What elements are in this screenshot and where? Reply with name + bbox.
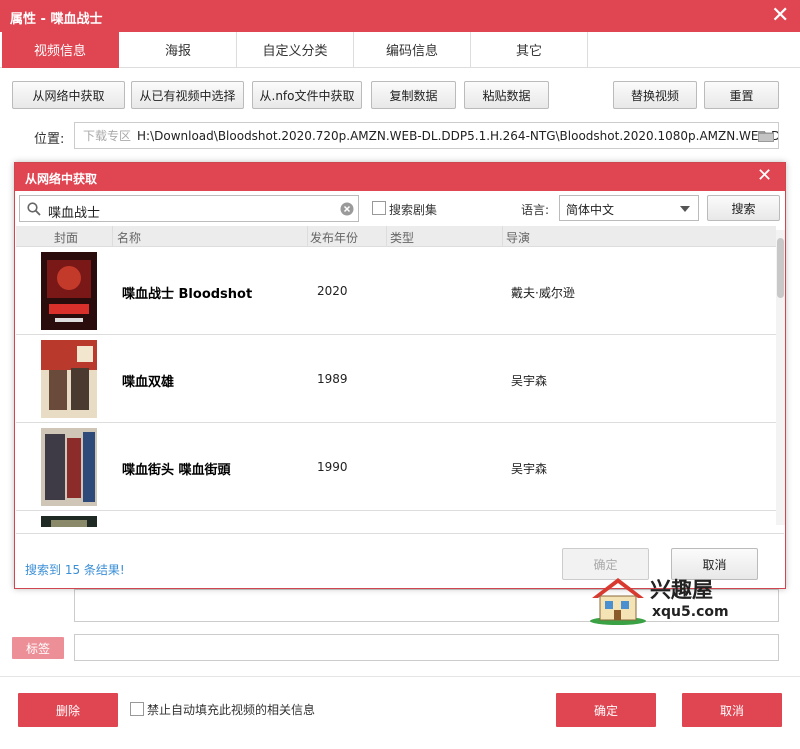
language-select[interactable]: 简体中文 (559, 195, 699, 221)
result-director: 吴宇森 (511, 462, 548, 476)
replace-video-button[interactable]: 替换视频 (613, 81, 697, 109)
chevron-down-icon (680, 206, 690, 212)
scrollbar-thumb[interactable] (777, 238, 784, 298)
tab-video-info[interactable]: 视频信息 (2, 32, 119, 68)
column-header-type[interactable]: 类型 (390, 229, 414, 246)
tab-encoding-info[interactable]: 编码信息 (354, 32, 471, 68)
divider (0, 676, 800, 677)
search-series-label: 搜索剧集 (389, 203, 438, 217)
house-icon (590, 578, 646, 625)
disable-autofill-checkbox[interactable] (130, 702, 144, 716)
table-row[interactable]: 喋血街头 喋血街頭 1990 吴宇森 (16, 423, 776, 511)
result-name: 喋血街头 喋血街頭 (122, 463, 231, 478)
title-bar: 属性 - 喋血战士 ✕ (0, 0, 800, 32)
result-director: 吴宇森 (511, 374, 548, 388)
tab-label: 视频信息 (33, 44, 86, 59)
watermark-text: 兴趣屋 (650, 577, 713, 602)
ok-button[interactable]: 确定 (556, 693, 656, 727)
reset-button[interactable]: 重置 (704, 81, 779, 109)
search-icon (27, 202, 41, 216)
dialog-title: 从网络中获取 (25, 172, 98, 186)
table-row[interactable]: 喋血战士 Bloodshot 2020 戴夫·威尔逊 (16, 247, 776, 335)
poster-image (41, 340, 97, 418)
from-nfo-button[interactable]: 从.nfo文件中获取 (252, 81, 362, 109)
cancel-button[interactable]: 取消 (682, 693, 782, 727)
watermark-url: xqu5.com (652, 604, 729, 620)
tab-label: 编码信息 (385, 44, 438, 59)
disable-autofill-label: 禁止自动填充此视频的相关信息 (147, 703, 316, 717)
results-table-header: 封面 名称 发布年份 类型 导演 (16, 226, 776, 247)
tag-field[interactable] (74, 634, 779, 661)
tab-label: 其它 (515, 44, 542, 59)
copy-data-button[interactable]: 复制数据 (371, 81, 456, 109)
dialog-title-bar: 从网络中获取 ✕ (15, 163, 785, 191)
result-year: 1990 (317, 460, 348, 474)
folder-icon[interactable] (758, 129, 774, 142)
table-row[interactable]: 喋血双雄 1989 吴宇森 (16, 335, 776, 423)
tab-custom-category[interactable]: 自定义分类 (237, 32, 354, 68)
column-header-name[interactable]: 名称 (117, 229, 141, 246)
poster-image (41, 516, 97, 527)
location-field[interactable]: 下载专区 H:\Download\Bloodshot.2020.720p.AMZ… (74, 122, 779, 149)
poster-image (41, 252, 97, 330)
tab-bar: 视频信息 海报 自定义分类 编码信息 其它 (0, 32, 800, 68)
column-header-director[interactable]: 导演 (506, 229, 530, 246)
dialog-search-button[interactable]: 搜索 (707, 195, 780, 221)
column-header-cover[interactable]: 封面 (54, 229, 78, 246)
window-title: 属性 - 喋血战士 (10, 12, 103, 27)
result-count-text: 搜索到 15 条结果! (25, 563, 125, 577)
results-scrollbar[interactable] (776, 230, 785, 525)
location-label: 位置: (34, 132, 65, 147)
search-input[interactable]: 喋血战士 (19, 195, 359, 222)
tab-label: 海报 (164, 44, 191, 59)
fetch-online-dialog: 从网络中获取 ✕ 喋血战士 搜索剧集 语言: 简体中文 搜索 封面 名称 发布年… (14, 162, 786, 589)
close-icon[interactable]: ✕ (771, 5, 789, 27)
search-value: 喋血战士 (48, 206, 101, 221)
tab-other[interactable]: 其它 (471, 32, 588, 68)
result-year: 2020 (317, 284, 348, 298)
delete-button[interactable]: 删除 (18, 693, 118, 727)
column-separator (307, 226, 308, 247)
location-path: H:\Download\Bloodshot.2020.720p.AMZN.WEB… (137, 128, 779, 143)
tab-label: 自定义分类 (262, 44, 328, 59)
column-separator (112, 226, 113, 247)
table-row[interactable] (16, 511, 776, 527)
paste-data-button[interactable]: 粘贴数据 (464, 81, 549, 109)
fetch-online-button[interactable]: 从网络中获取 (12, 81, 125, 109)
clear-icon[interactable] (340, 202, 354, 216)
result-name: 喋血双雄 (122, 375, 175, 390)
language-value: 简体中文 (566, 203, 615, 217)
dialog-close-icon[interactable]: ✕ (757, 167, 772, 185)
language-label: 语言: (521, 203, 550, 217)
tag-label-button: 标签 (12, 637, 64, 659)
column-separator (386, 226, 387, 247)
poster-image (41, 428, 97, 506)
tab-poster[interactable]: 海报 (120, 32, 237, 68)
location-placeholder: 下载专区 (83, 129, 132, 143)
column-separator (502, 226, 503, 247)
result-name: 喋血战士 Bloodshot (122, 287, 253, 302)
divider (16, 533, 784, 534)
column-header-year[interactable]: 发布年份 (310, 229, 358, 246)
result-year: 1989 (317, 372, 348, 386)
watermark-logo: 兴趣屋 xqu5.com (586, 570, 736, 626)
search-series-checkbox[interactable] (372, 201, 386, 215)
result-director: 戴夫·威尔逊 (511, 286, 575, 300)
choose-existing-button[interactable]: 从已有视频中选择 (131, 81, 244, 109)
